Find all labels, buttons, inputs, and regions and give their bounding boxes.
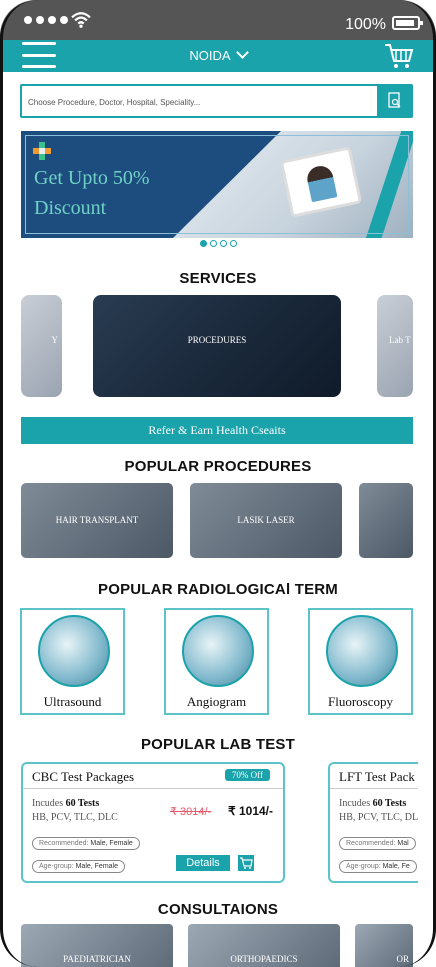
popular-procedures-title: POPULAR PROCEDURES [124, 458, 312, 475]
tests-list: HB, PCV, TLC, DL [339, 812, 418, 823]
ultrasound-image [38, 615, 110, 687]
carousel-dot[interactable] [219, 240, 227, 247]
consultation-card[interactable]: OR [355, 924, 413, 967]
brand-logo-icon [33, 142, 51, 160]
includes-count: Incudes 60 Tests [339, 798, 407, 809]
carousel-dot[interactable] [199, 240, 207, 247]
status-bar: 100% [0, 0, 436, 40]
radiology-card-angiogram[interactable]: Angiogram [164, 608, 269, 715]
procedure-card[interactable] [359, 483, 413, 558]
age-group-pill: Age-group: Male, Female [32, 860, 125, 873]
lab-test-title: CBC Test Packages [32, 769, 135, 784]
radiology-card-ultrasound[interactable]: Ultrasound [20, 608, 125, 715]
search-input[interactable] [28, 93, 368, 111]
search-bar [20, 84, 413, 118]
recommended-pill: Recommended: Mal [339, 837, 416, 850]
lab-test-title: LFT Test Pack [339, 769, 415, 784]
cart-icon[interactable] [384, 42, 414, 70]
phone-screen: 100% NOIDA Choose Procedure, Doctor, Hos… [0, 0, 436, 967]
service-card-procedures[interactable]: PROCEDURES [93, 295, 341, 397]
carousel-dot[interactable] [209, 240, 217, 247]
refer-earn-button[interactable]: Refer & Earn Health Cseaits [21, 417, 413, 444]
consultation-card-paediatrician[interactable]: PAEDIATRICIAN [21, 924, 173, 967]
recommended-pill: Recommended: Male, Female [32, 837, 140, 850]
document-search-icon [388, 92, 401, 108]
age-group-pill: Age-group: Male, Fe [339, 860, 417, 873]
cart-icon [240, 857, 253, 869]
service-card[interactable]: Y [21, 295, 62, 397]
wifi-icon [71, 12, 91, 28]
battery-icon [392, 16, 423, 30]
chevron-down-icon [235, 46, 249, 59]
carousel-dot[interactable] [229, 240, 237, 247]
promo-banner[interactable]: Get Upto 50% Discount [21, 131, 413, 238]
angiogram-image [182, 615, 254, 687]
radiology-card-fluoroscopy[interactable]: Fluoroscopy [308, 608, 413, 715]
service-card-lab-test[interactable]: Lab T [377, 295, 413, 397]
lab-tests-title: POPULAR LAB TEST [140, 736, 296, 753]
lab-test-card-lft[interactable]: LFT Test Pack Incudes 60 Tests HB, PCV, … [328, 762, 418, 883]
fluoroscopy-image [326, 615, 398, 687]
details-button[interactable]: Details [176, 855, 230, 871]
tests-list: HB, PCV, TLC, DLC [32, 812, 118, 823]
procedure-card-hair-transplant[interactable]: HAIR TRANSPLANT [21, 483, 173, 558]
search-button[interactable] [377, 86, 411, 116]
discount-badge: 70% Off [224, 769, 270, 781]
signal-icon [24, 16, 68, 24]
consultations-title: CONSULTAIONS [157, 901, 279, 918]
includes-count: Incudes 60 Tests [32, 798, 100, 809]
banner-headline: Get Upto 50% Discount [34, 167, 150, 219]
services-title: SERVICES [179, 270, 257, 287]
add-to-cart-button[interactable] [238, 855, 254, 871]
original-price: ₹ 3014/- [170, 806, 212, 818]
consultation-card-orthopaedics[interactable]: ORTHOPAEDICS [188, 924, 340, 967]
battery-percent: 100% [345, 16, 386, 33]
location-label: NOIDA [189, 48, 231, 63]
app-header: NOIDA [0, 40, 436, 72]
lab-test-card-cbc[interactable]: CBC Test Packages 70% Off Incudes 60 Tes… [21, 762, 285, 883]
discounted-price: ₹ 1014/- [228, 804, 273, 818]
location-selector[interactable]: NOIDA [0, 46, 436, 63]
procedure-card-lasik[interactable]: LASIK LASER [190, 483, 342, 558]
carousel-dots [0, 240, 436, 247]
radiological-title: POPULAR RADIOLOGICAl TERM [98, 581, 338, 598]
